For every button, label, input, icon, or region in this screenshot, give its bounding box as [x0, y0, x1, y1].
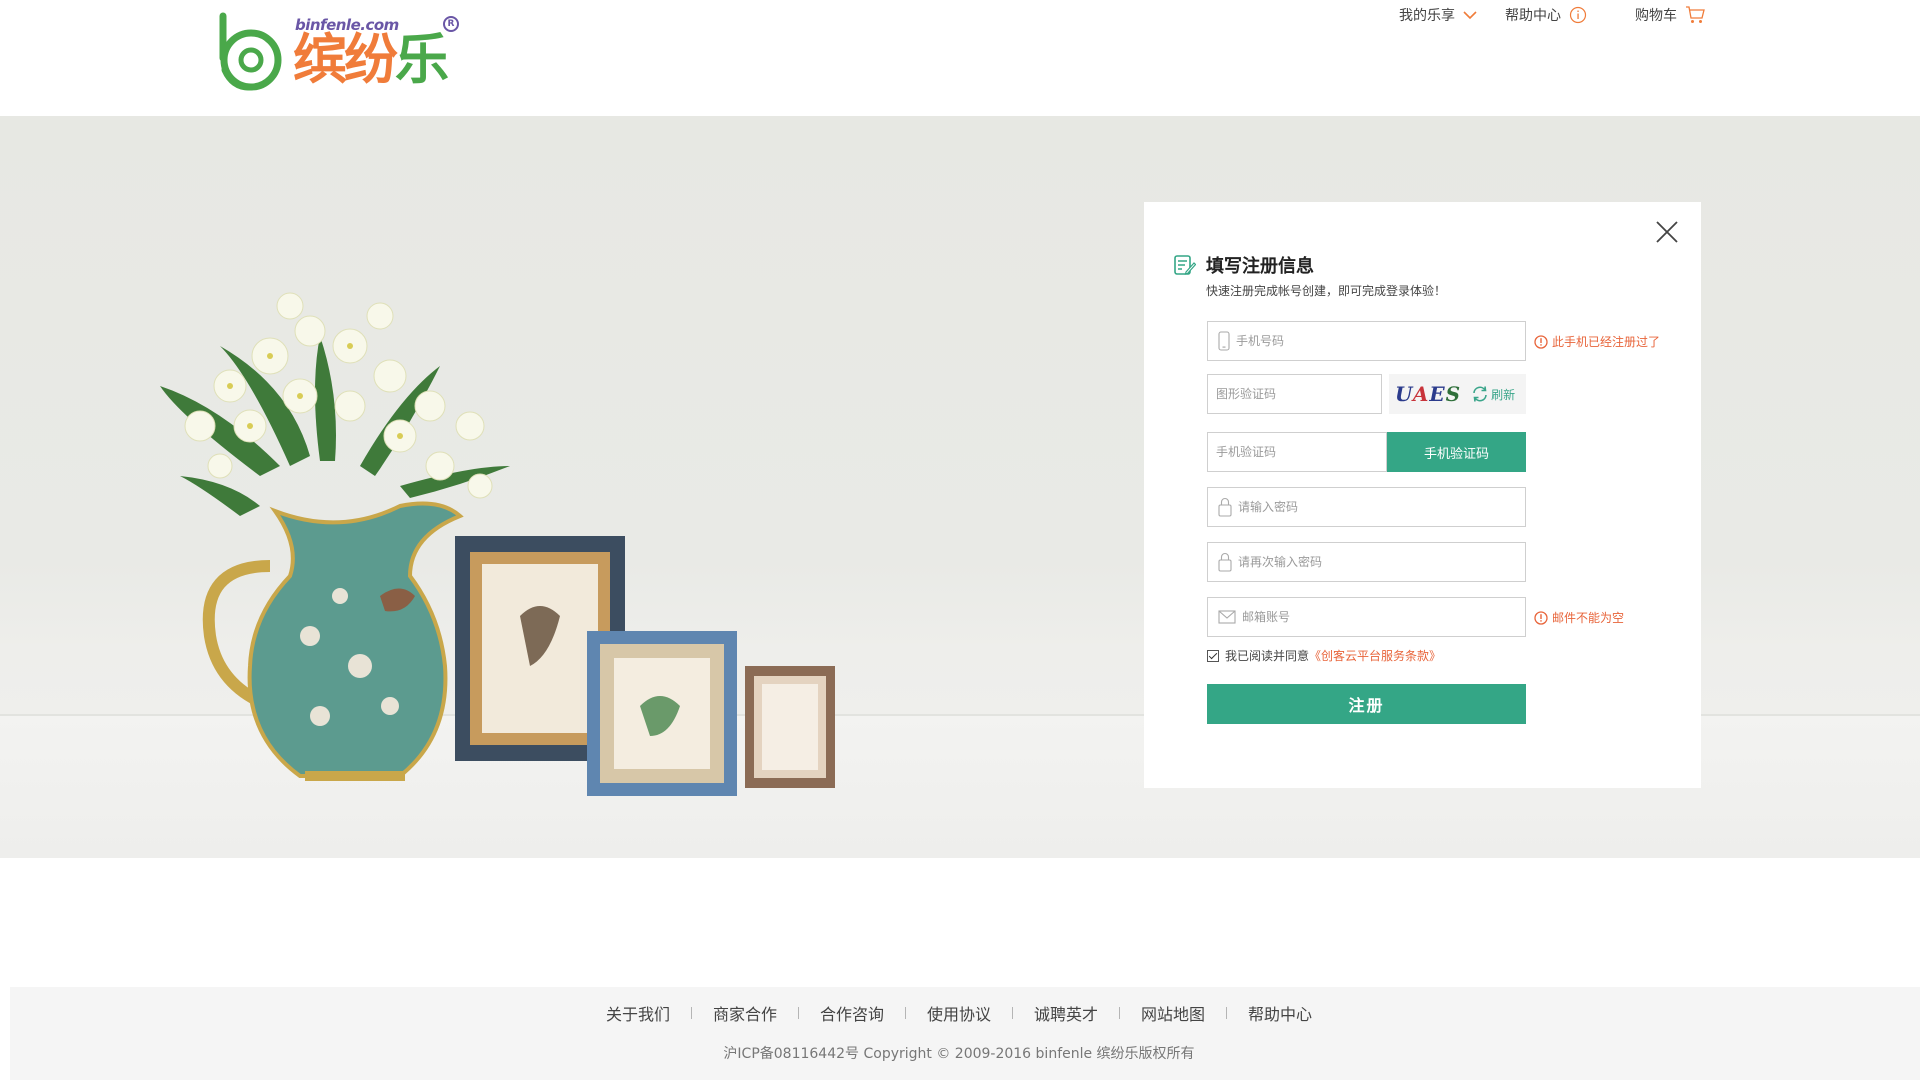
nav-help[interactable]: 帮助中心 [1505, 5, 1587, 25]
divider [797, 1007, 799, 1019]
sms-code-field[interactable] [1207, 432, 1387, 472]
phone-error-text: 此手机已经注册过了 [1552, 335, 1661, 349]
divider [690, 1007, 692, 1019]
nav-cart[interactable]: 购物车 [1635, 5, 1705, 25]
password-field[interactable] [1207, 487, 1526, 527]
chevron-down-icon [1463, 11, 1477, 20]
mail-icon [1218, 610, 1236, 624]
captcha-input[interactable] [1208, 375, 1381, 413]
password-input[interactable] [1232, 488, 1525, 526]
close-icon[interactable] [1655, 220, 1679, 244]
register-panel: 填写注册信息 快速注册完成帐号创建，即可完成登录体验！ 此手机已经注册过了 UA… [1144, 202, 1701, 788]
site-logo[interactable]: binfenle.com R 缤纷乐 [215, 10, 465, 95]
agreement-row: 我已阅读并同意 《创客云平台服务条款》 [1207, 647, 1441, 664]
agreement-prefix: 我已阅读并同意 [1225, 649, 1310, 663]
captcha-refresh-button[interactable]: 刷新 [1471, 385, 1515, 403]
footer-link-agreement[interactable]: 使用协议 [927, 1001, 991, 1025]
phone-field[interactable] [1207, 321, 1526, 361]
phone-input[interactable] [1230, 322, 1525, 360]
captcha-box: UAES 刷新 [1389, 374, 1526, 414]
captcha-image[interactable]: UAES [1395, 382, 1461, 406]
lock-icon [1218, 552, 1232, 572]
footer-link-consult[interactable]: 合作咨询 [820, 1001, 884, 1025]
lock-icon [1218, 497, 1232, 517]
terms-link[interactable]: 《创客云平台服务条款》 [1309, 647, 1441, 664]
top-nav: 我的乐享 帮助中心 购物车 [1371, 0, 1705, 30]
password-confirm-input[interactable] [1232, 543, 1525, 581]
register-submit-button[interactable]: 注册 [1207, 684, 1526, 724]
divider [1012, 1007, 1013, 1019]
phone-error: 此手机已经注册过了 [1534, 333, 1660, 350]
warning-icon [1534, 334, 1548, 349]
email-error: 邮件不能为空 [1534, 609, 1624, 626]
logo-brand: 缤纷乐 [293, 28, 449, 91]
info-icon [1569, 6, 1587, 24]
nav-cart-label: 购物车 [1635, 8, 1677, 24]
email-input[interactable] [1236, 598, 1525, 636]
footer-link-about[interactable]: 关于我们 [606, 1001, 670, 1025]
nav-my-le[interactable]: 我的乐享 [1399, 5, 1477, 25]
edit-form-icon [1174, 255, 1196, 275]
footer-link-merchant[interactable]: 商家合作 [713, 1001, 777, 1025]
phone-icon [1218, 331, 1230, 351]
vase-and-frames-image [160, 292, 835, 796]
copyright-text: 沪ICP备08116442号 Copyright © 2009-2016 bin… [723, 1046, 1195, 1062]
panel-title: 填写注册信息 [1206, 256, 1314, 277]
email-error-text: 邮件不能为空 [1552, 611, 1625, 625]
site-footer: 关于我们 商家合作 合作咨询 使用协议 诚聘英才 网站地图 帮助中心 沪ICP备… [10, 987, 1920, 1080]
warning-icon [1534, 610, 1548, 625]
get-sms-code-button[interactable]: 手机验证码 [1387, 432, 1526, 472]
logo-mark-icon [219, 12, 282, 91]
site-header: binfenle.com R 缤纷乐 我的乐享 帮助中心 购物车 [0, 0, 1920, 116]
password-confirm-field[interactable] [1207, 542, 1526, 582]
footer-link-jobs[interactable]: 诚聘英才 [1034, 1001, 1098, 1025]
email-field[interactable] [1207, 597, 1526, 637]
divider [1226, 1007, 1228, 1019]
nav-help-label: 帮助中心 [1505, 8, 1561, 24]
refresh-icon [1473, 386, 1487, 402]
footer-link-help[interactable]: 帮助中心 [1248, 1001, 1312, 1025]
divider [904, 1007, 906, 1019]
refresh-label: 刷新 [1491, 387, 1516, 402]
sms-code-input[interactable] [1208, 433, 1386, 471]
nav-my-le-label: 我的乐享 [1399, 8, 1455, 24]
cart-icon [1686, 6, 1705, 23]
divider [1119, 1007, 1121, 1019]
footer-links: 关于我们 商家合作 合作咨询 使用协议 诚聘英才 网站地图 帮助中心 [10, 1001, 1920, 1025]
captcha-field[interactable] [1207, 374, 1382, 414]
panel-subtitle: 快速注册完成帐号创建，即可完成登录体验！ [1206, 284, 1447, 298]
footer-link-sitemap[interactable]: 网站地图 [1141, 1001, 1205, 1025]
agreement-checkbox[interactable] [1207, 649, 1219, 662]
